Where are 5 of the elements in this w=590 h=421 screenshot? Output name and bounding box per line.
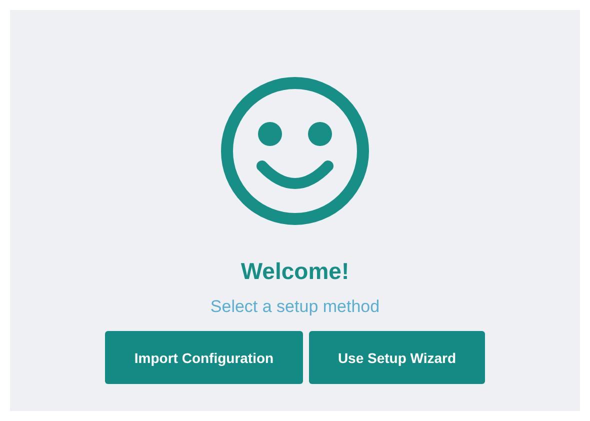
smiley-face-icon bbox=[220, 76, 370, 226]
setup-wizard-button[interactable]: Use Setup Wizard bbox=[309, 331, 485, 384]
welcome-title: Welcome! bbox=[240, 258, 350, 285]
import-configuration-button[interactable]: Import Configuration bbox=[105, 331, 303, 384]
welcome-subtitle: Select a setup method bbox=[210, 297, 380, 317]
